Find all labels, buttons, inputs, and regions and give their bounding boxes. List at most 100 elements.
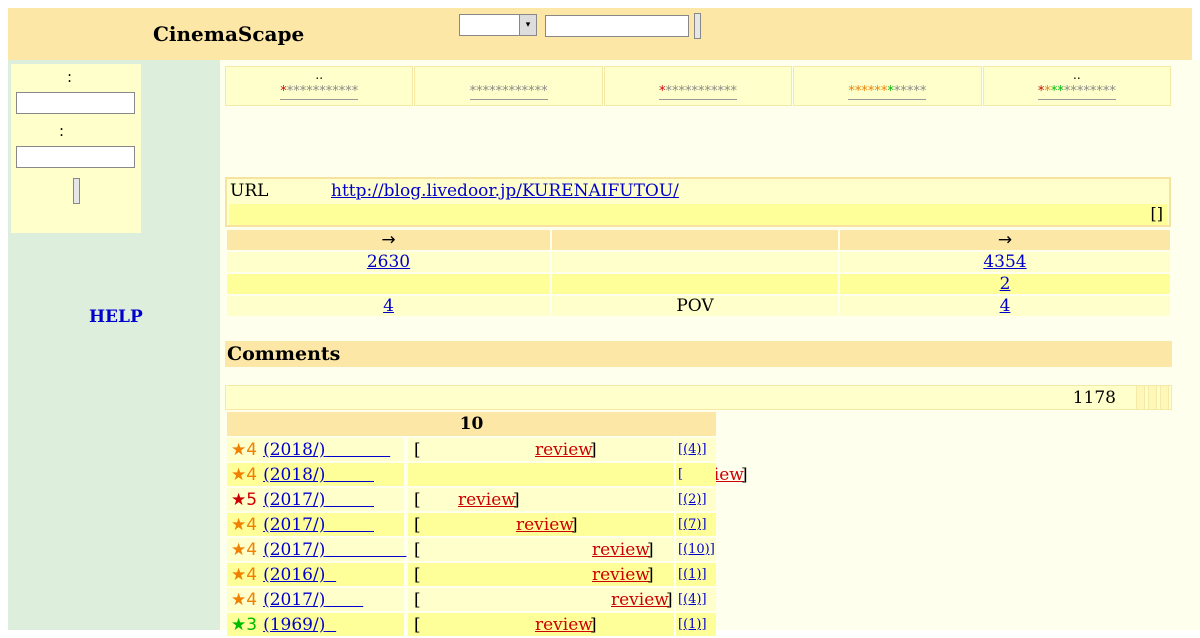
- comment-count-cell: [(2)]: [676, 488, 716, 511]
- rating-stars[interactable]: ************: [984, 84, 1170, 100]
- blog-url-link[interactable]: http://blog.livedoor.jp/KURENAIFUTOU/: [331, 181, 679, 201]
- star-icon: ★: [231, 515, 247, 535]
- movie-title-link-pad[interactable]: [325, 490, 374, 510]
- star-icon: ★: [231, 590, 247, 610]
- stats-link[interactable]: 2: [1000, 274, 1011, 294]
- page-button[interactable]: [1136, 386, 1145, 409]
- chevron-down-icon[interactable]: ▾: [519, 15, 536, 35]
- rating-cell: ************: [793, 66, 982, 106]
- review-link[interactable]: review: [516, 515, 574, 535]
- comment-count-cell: [: [676, 463, 716, 486]
- movie-title-link-pad[interactable]: [325, 540, 406, 560]
- stats-header-cell: →: [227, 230, 550, 250]
- movie-title-link-pad[interactable]: [325, 465, 374, 485]
- comment-title-cell: ★5 (2017/): [227, 488, 404, 511]
- comment-row: ★3 (1969/) [review] [(1)]: [225, 613, 718, 638]
- comment-score: 5: [246, 490, 258, 510]
- bracket-link[interactable]: []: [1151, 204, 1163, 223]
- stats-link[interactable]: 4: [1000, 296, 1011, 316]
- movie-title-link[interactable]: (2017/): [263, 490, 325, 510]
- comment-row: ★4 (2016/) [review] [(1)]: [225, 563, 718, 588]
- movie-title-link[interactable]: (2017/): [263, 515, 325, 535]
- rating-cell: ************: [414, 66, 603, 106]
- rating-stars[interactable]: ************: [226, 84, 412, 100]
- movie-title-link[interactable]: (2018/): [263, 465, 325, 485]
- rating-stars[interactable]: ************: [415, 84, 601, 100]
- comment-score: 4: [246, 515, 258, 535]
- movie-title-link-pad[interactable]: [325, 440, 390, 460]
- comment-count-cell: [(4)]: [676, 588, 716, 611]
- comment-replies-link[interactable]: [: [678, 467, 683, 482]
- comment-replies-link[interactable]: [(1)]: [678, 567, 707, 582]
- stats-link[interactable]: 4: [383, 296, 394, 316]
- comments-heading: Comments: [225, 341, 1172, 367]
- url-box-row: []: [229, 204, 1167, 225]
- stats-cell: 4: [840, 296, 1170, 316]
- search-input[interactable]: [545, 15, 689, 37]
- comment-list: 10 ★4(2018/) [review][(4)]★4(2018/) revi…: [225, 410, 748, 638]
- comment-count-cell: [(1)]: [676, 613, 716, 636]
- review-link[interactable]: review: [611, 590, 669, 610]
- comment-replies-link[interactable]: [(2)]: [678, 492, 707, 507]
- comment-title-cell: ★4 (2017/): [227, 538, 404, 561]
- star-icon: ★: [231, 615, 247, 635]
- review-link[interactable]: review: [535, 440, 593, 460]
- comment-title-cell: ★4 (2018/): [227, 463, 404, 486]
- rating-summary: .. ************ ************ ************ **…: [225, 66, 1172, 106]
- site-logo[interactable]: CinemaScape: [153, 22, 304, 46]
- movie-title-link[interactable]: (2017/): [263, 540, 325, 560]
- movie-title-link-pad[interactable]: [325, 515, 374, 535]
- stats-cell: [227, 274, 550, 294]
- review-link[interactable]: review: [592, 565, 650, 585]
- user-id-field[interactable]: [16, 92, 135, 114]
- star-icon: ★: [231, 490, 247, 510]
- search-category-select[interactable]: ▾: [459, 14, 537, 36]
- page-button[interactable]: [1148, 386, 1157, 409]
- movie-title-link-pad[interactable]: [325, 590, 363, 610]
- rating-cell: .. ************: [982, 66, 1172, 106]
- comment-score: 4: [246, 590, 258, 610]
- stats-link[interactable]: 4354: [983, 252, 1026, 272]
- movie-title-link-pad[interactable]: [325, 565, 336, 585]
- movie-title-link[interactable]: (2018/): [263, 440, 325, 460]
- comment-replies-link[interactable]: [(4)]: [678, 442, 707, 457]
- rating-stars[interactable]: ************: [794, 84, 980, 100]
- stats-cell: [552, 252, 838, 272]
- comment-replies-link[interactable]: [(4)]: [678, 592, 707, 607]
- stats-table: → → 2630 4354 2 4 POV 4: [225, 228, 1172, 318]
- password-field[interactable]: [16, 146, 135, 168]
- movie-title-link[interactable]: (2017/): [263, 590, 325, 610]
- movie-title-link[interactable]: (1969/): [263, 615, 325, 635]
- comment-score: 4: [246, 440, 258, 460]
- review-link[interactable]: review: [458, 490, 516, 510]
- comment-review-cell: [review]: [408, 538, 674, 561]
- page-button[interactable]: [1160, 386, 1169, 409]
- login-button[interactable]: [73, 178, 80, 204]
- help-link[interactable]: HELP: [89, 307, 143, 327]
- comment-count-bar: 1178: [225, 385, 1172, 410]
- comment-score: 4: [246, 565, 258, 585]
- comment-row: ★4 (2017/) [review] [(4)]: [225, 588, 718, 613]
- login-box: : :: [11, 64, 141, 233]
- star-icon: ★: [231, 440, 247, 460]
- comment-score: 4: [246, 540, 258, 560]
- url-box: URL http://blog.livedoor.jp/KURENAIFUTOU…: [225, 177, 1171, 227]
- url-label: URL: [230, 181, 269, 201]
- comment-replies-link[interactable]: [(7)]: [678, 517, 707, 532]
- stats-link[interactable]: 2630: [367, 252, 410, 272]
- rating-stars[interactable]: ************: [605, 84, 791, 100]
- search-button[interactable]: [694, 13, 701, 39]
- stats-cell: POV: [552, 296, 838, 316]
- comment-row: ★4 (2017/) [review] [(10)]: [225, 538, 718, 563]
- movie-title-link[interactable]: (2016/): [263, 565, 325, 585]
- review-link[interactable]: review: [592, 540, 650, 560]
- review-link[interactable]: review: [535, 615, 593, 635]
- comment-title-cell: ★4 (2016/): [227, 563, 404, 586]
- comment-review-cell: [review]: [408, 488, 674, 511]
- stats-cell: 2630: [227, 252, 550, 272]
- comment-replies-link[interactable]: [(10)]: [678, 542, 715, 557]
- rating-cell: ************: [603, 66, 793, 106]
- comment-count-cell: [(4)]: [676, 438, 716, 461]
- movie-title-link-pad[interactable]: [325, 615, 336, 635]
- comment-review-cell: [review]: [408, 588, 674, 611]
